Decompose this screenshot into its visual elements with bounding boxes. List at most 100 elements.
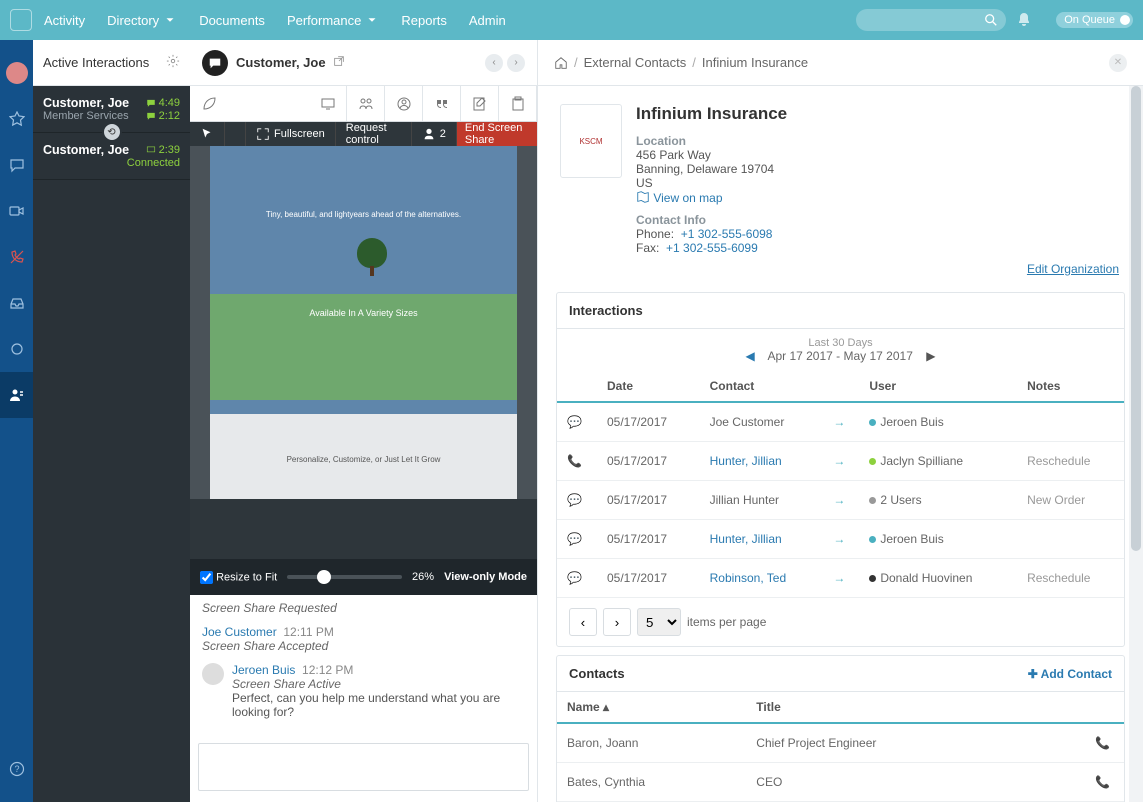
cursor-icon — [200, 127, 214, 141]
chat-icon: 💬 — [567, 571, 582, 585]
scrollbar[interactable] — [1129, 86, 1143, 802]
home-icon[interactable] — [554, 56, 568, 70]
contact-info-label: Contact Info — [636, 213, 787, 227]
svg-text:?: ? — [14, 764, 19, 774]
page-size-select[interactable]: 5 — [637, 608, 681, 636]
app-logo-icon[interactable] — [10, 9, 32, 31]
video-icon — [9, 203, 25, 219]
table-row[interactable]: Bates, CynthiaCEO📞 — [557, 763, 1124, 802]
next-page-button[interactable]: › — [603, 608, 631, 636]
pagination: ‹ › 5 items per page — [557, 598, 1124, 646]
on-queue-toggle[interactable]: On Queue — [1056, 12, 1133, 28]
chat-icon: 💬 — [567, 493, 582, 507]
transfer-button[interactable] — [347, 86, 385, 121]
popout-icon — [332, 54, 346, 68]
rail-video[interactable] — [0, 188, 33, 234]
next-range-button[interactable]: ▶ — [926, 349, 935, 363]
draw-button[interactable] — [225, 122, 246, 146]
profile-button[interactable] — [385, 86, 423, 121]
interaction-detail-panel: Customer, Joe ‹ › Fullscreen Request con… — [190, 40, 538, 802]
nav-documents[interactable]: Documents — [199, 13, 265, 28]
nav-reports[interactable]: Reports — [401, 13, 447, 28]
interaction-name: Customer, Joe — [43, 143, 129, 157]
user-avatar[interactable] — [0, 50, 33, 96]
customer-name: Customer, Joe — [236, 55, 326, 70]
zoom-slider[interactable] — [287, 575, 402, 579]
interactions-panel: Interactions Last 30 Days ◀ Apr 17 2017 … — [556, 292, 1125, 647]
customer-avatar — [202, 50, 228, 76]
notes-button[interactable] — [461, 86, 499, 121]
prev-range-button[interactable]: ◀ — [746, 349, 755, 363]
search-icon — [984, 13, 998, 27]
star-icon — [9, 111, 25, 127]
resize-to-fit-checkbox[interactable]: Resize to Fit — [200, 571, 277, 584]
screen-button[interactable] — [309, 86, 347, 121]
nav-admin[interactable]: Admin — [469, 13, 506, 28]
link-icon: ⟲ — [102, 122, 122, 142]
breadcrumb-org[interactable]: Infinium Insurance — [702, 55, 808, 70]
clipboard-icon — [510, 96, 526, 112]
view-on-map-link[interactable]: View on map — [636, 190, 787, 205]
contacts-panel: Contacts✚ Add Contact Name ▴Title Baron,… — [556, 655, 1125, 802]
table-row[interactable]: 💬05/17/2017Robinson, Ted→Donald Huovinen… — [557, 559, 1124, 598]
end-screenshare-button[interactable]: End Screen Share — [457, 122, 537, 146]
rail-help[interactable]: ? — [0, 746, 33, 792]
request-control-button[interactable]: Request control — [336, 122, 412, 146]
table-row[interactable]: 💬05/17/2017Hunter, Jillian→Jeroen Buis — [557, 520, 1124, 559]
nav-performance[interactable]: Performance — [287, 13, 379, 28]
org-header: KSCM Infinium Insurance Location 456 Par… — [538, 86, 1143, 261]
table-row[interactable]: 💬05/17/2017Jillian Hunter→2 UsersNew Ord… — [557, 481, 1124, 520]
interactions-title: Interactions — [557, 293, 1124, 329]
popout-button[interactable] — [332, 54, 346, 71]
table-row[interactable]: 📞05/17/2017Hunter, Jillian→Jaclyn Spilli… — [557, 442, 1124, 481]
arrow-right-icon: → — [833, 415, 845, 429]
interactions-settings-button[interactable] — [166, 54, 180, 71]
prev-button[interactable]: ‹ — [485, 54, 503, 72]
schedule-button[interactable] — [499, 86, 537, 121]
interaction-status: Connected — [127, 157, 180, 169]
nav-activity[interactable]: Activity — [44, 13, 85, 28]
fax-link[interactable]: +1 302-555-6099 — [666, 241, 758, 255]
rail-chat[interactable] — [0, 142, 33, 188]
fullscreen-button[interactable]: Fullscreen — [246, 122, 336, 146]
phone-icon: 📞 — [567, 454, 582, 468]
pointer-button[interactable] — [190, 122, 225, 146]
user-icon — [422, 127, 436, 141]
notifications-icon[interactable] — [1016, 12, 1032, 28]
date-range: Apr 17 2017 - May 17 2017 — [767, 349, 912, 363]
participant-count[interactable]: 2 — [412, 122, 457, 146]
next-button[interactable]: › — [507, 54, 525, 72]
rail-interactions[interactable] — [0, 372, 33, 418]
rail-apps[interactable] — [0, 326, 33, 372]
view-mode-label: View-only Mode — [444, 571, 527, 583]
interaction-item[interactable]: Customer, Joe4:49 Member Services2:12 ⟲ — [33, 86, 190, 133]
transfer-icon — [358, 96, 374, 112]
interaction-header: Customer, Joe ‹ › — [190, 40, 537, 86]
add-contact-button[interactable]: ✚ Add Contact — [1028, 667, 1112, 681]
rail-phone[interactable] — [0, 234, 33, 280]
rail-favorites[interactable] — [0, 96, 33, 142]
edit-organization-link[interactable]: Edit Organization — [1027, 262, 1119, 276]
agent-icon — [9, 387, 25, 403]
chat-icon — [146, 98, 156, 108]
scripts-button[interactable] — [190, 86, 228, 121]
breadcrumb-external-contacts[interactable]: External Contacts — [584, 55, 687, 70]
prev-page-button[interactable]: ‹ — [569, 608, 597, 636]
screenshare-toolbar: Fullscreen Request control 2 End Screen … — [190, 122, 537, 146]
location-label: Location — [636, 134, 787, 148]
chat-icon: 💬 — [567, 532, 582, 546]
chat-message-input[interactable] — [198, 743, 529, 791]
table-row[interactable]: Baron, JoannChief Project Engineer📞 — [557, 723, 1124, 763]
phone-icon[interactable]: 📞 — [1095, 736, 1110, 750]
inbox-icon — [9, 295, 25, 311]
canned-button[interactable] — [423, 86, 461, 121]
close-button[interactable]: ✕ — [1109, 54, 1127, 72]
arrow-right-icon: → — [833, 571, 845, 585]
rail-inbox[interactable] — [0, 280, 33, 326]
nav-directory[interactable]: Directory — [107, 13, 177, 28]
phone-link[interactable]: +1 302-555-6098 — [681, 227, 773, 241]
global-search-input[interactable] — [856, 9, 1006, 31]
table-row[interactable]: 💬05/17/2017Joe Customer→Jeroen Buis — [557, 402, 1124, 442]
phone-icon[interactable]: 📞 — [1095, 775, 1110, 789]
arrow-right-icon: → — [833, 532, 845, 546]
